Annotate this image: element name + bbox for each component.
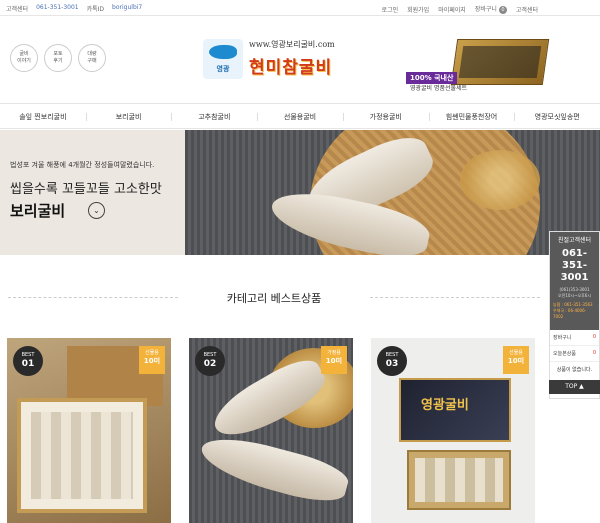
cs-label: 고객센터 (6, 6, 29, 13)
quick-link-bulk-order[interactable]: 대량 구매 (78, 44, 106, 72)
sidebar-cart-count: 0 (592, 334, 596, 340)
contact-info: 고객센터 061-351-3001 카톡ID borigulbi7 (6, 4, 142, 13)
hero-title: 보리굴비 (10, 202, 66, 220)
cart-link[interactable]: 장바구니 0 (475, 4, 507, 14)
product-card[interactable]: 영광굴비 BEST 03 선물용 10미 (371, 338, 535, 523)
cs-phone[interactable]: 061-351-3001 (36, 4, 79, 13)
nav-item-gochu-gulbi[interactable]: 고추참굴비 (171, 104, 257, 128)
sidebar-recent-count: 0 (592, 350, 596, 356)
best-label: BEST (21, 352, 35, 358)
kakao-label: 카톡ID (86, 6, 105, 13)
best-badge: BEST 01 (13, 346, 43, 376)
best-rank: 03 (385, 359, 399, 369)
ribbon-type: 선물용 (509, 350, 523, 356)
ribbon-count: 10미 (325, 357, 343, 365)
ribbon-type: 선물용 (145, 350, 159, 356)
mypage-link[interactable]: 마이페이지 (438, 5, 466, 14)
fish-image-2 (196, 429, 352, 509)
login-link[interactable]: 로그인 (382, 5, 399, 14)
ribbon-type: 가정용 (327, 350, 341, 356)
sidebar-recent[interactable]: 오늘본상품 0 (550, 346, 599, 362)
product-card[interactable]: BEST 01 선물용 10미 (7, 338, 171, 523)
main-nav: 솔잎 찐보리굴비 보리굴비 고추참굴비 선물용굴비 가정용굴비 힘쎈민물풍천장어… (0, 103, 600, 129)
promo-banner[interactable]: 100% 국내산 영광굴비 명품선물세트 (404, 39, 564, 103)
best-badge: BEST 03 (377, 346, 407, 376)
quick-link-photo-review[interactable]: 포토 후기 (44, 44, 72, 72)
product-ribbon: 선물용 10미 (139, 346, 165, 374)
best-label: BEST (203, 352, 217, 358)
signup-link[interactable]: 회원가입 (407, 5, 429, 14)
sidebar-empty-message: 상품이 없습니다. (556, 367, 593, 373)
nav-item-pine-steamed-bori-gulbi[interactable]: 솔잎 찐보리굴비 (0, 104, 86, 128)
kakao-id[interactable]: borigulbi7 (112, 4, 142, 13)
nav-item-eel[interactable]: 힘쎈민물풍천장어 (428, 104, 515, 128)
bank-info: 농협 : 061-351-3563 우체국 : 06-4006-7002 (553, 302, 596, 320)
cs-panel-phone[interactable]: 061-351-3001 (553, 248, 596, 284)
best-badge: BEST 02 (195, 346, 225, 376)
gift-box-tray-image (407, 450, 511, 510)
cs-panel: 친절고객센터 061-351-3001 (061)353-3001 오전10시~… (550, 232, 599, 330)
sidebar-cart-label: 장바구니 (553, 335, 572, 341)
product-box-image (17, 398, 147, 513)
hero-subtitle: 법성포 겨울 해풍에 4개월간 정성들여말렸습니다. (10, 161, 155, 169)
ribbon-count: 10미 (507, 357, 525, 365)
nav-item-bori-gulbi[interactable]: 보리굴비 (85, 104, 172, 128)
hero-banner[interactable]: 법성포 겨울 해풍에 4개월간 정성들여말렸습니다. 씹을수록 꼬들꼬들 고소한… (0, 130, 600, 255)
fish-icon (209, 45, 237, 59)
cs-panel-time: 오전10시~오후6시 (557, 293, 592, 298)
gift-box-lid-image: 영광굴비 (399, 378, 511, 442)
bank-post: 우체국 : 06-4006-7002 (553, 308, 587, 319)
product-ribbon: 선물용 10미 (503, 346, 529, 374)
quick-sidebar: 친절고객센터 061-351-3001 (061)353-3001 오전10시~… (549, 231, 600, 399)
logo-badge-name: 영광 (216, 65, 230, 73)
cs-panel-hours: (061)353-3001 오전10시~오후6시 (553, 287, 596, 299)
logo-badge: 영광 (203, 39, 243, 79)
cart-link-label: 장바구니 (474, 6, 497, 13)
nav-item-songpyeon[interactable]: 영광모싯잎송편 (514, 104, 600, 128)
logo-url: www.영광보리굴비.com (249, 40, 335, 49)
chevron-down-icon[interactable]: ⌄ (88, 202, 105, 219)
nav-item-gift-gulbi[interactable]: 선물용굴비 (257, 104, 343, 128)
site-logo[interactable]: 영광 www.영광보리굴비.com 현미참굴비 (203, 39, 363, 83)
product-card[interactable]: BEST 02 가정용 10미 (189, 338, 353, 523)
quick-links: 굴비 이야기 포토 후기 대량 구매 (10, 44, 106, 72)
hero-barley-image (460, 150, 540, 210)
customer-center-link[interactable]: 고객센터 (516, 5, 538, 14)
sidebar-cart[interactable]: 장바구니 0 (550, 330, 599, 346)
sidebar-recent-label: 오늘본상품 (553, 351, 577, 357)
quick-link-story[interactable]: 굴비 이야기 (10, 44, 38, 72)
section-title: 카테고리 베스트상품 (0, 290, 548, 306)
gift-box-image (450, 39, 550, 85)
top-utility-bar: 고객센터 061-351-3001 카톡ID borigulbi7 로그인 회원… (0, 0, 600, 16)
logo-brand-name: 현미참굴비 (249, 58, 333, 78)
promo-subtitle: 영광굴비 명품선물세트 (410, 85, 468, 92)
scroll-top-button[interactable]: TOP ▲ (549, 380, 600, 394)
account-links: 로그인 회원가입 마이페이지 장바구니 0 고객센터 (382, 4, 538, 14)
ribbon-count: 10미 (143, 357, 161, 365)
cs-panel-title: 친절고객센터 (557, 237, 592, 244)
gift-box-text: 영광굴비 (421, 398, 469, 413)
nav-item-home-gulbi[interactable]: 가정용굴비 (342, 104, 429, 128)
product-ribbon: 가정용 10미 (321, 346, 347, 374)
hero-headline: 씹을수록 꼬들꼬들 고소한맛 (10, 182, 162, 197)
best-rank: 02 (203, 359, 217, 369)
best-products: BEST 01 선물용 10미 BEST 02 가정용 10미 영광굴비 BES… (7, 338, 535, 523)
cart-count-badge: 0 (498, 6, 507, 14)
best-label: BEST (385, 352, 399, 358)
header: 굴비 이야기 포토 후기 대량 구매 영광 www.영광보리굴비.com 현미참… (0, 17, 600, 103)
best-rank: 01 (21, 359, 35, 369)
